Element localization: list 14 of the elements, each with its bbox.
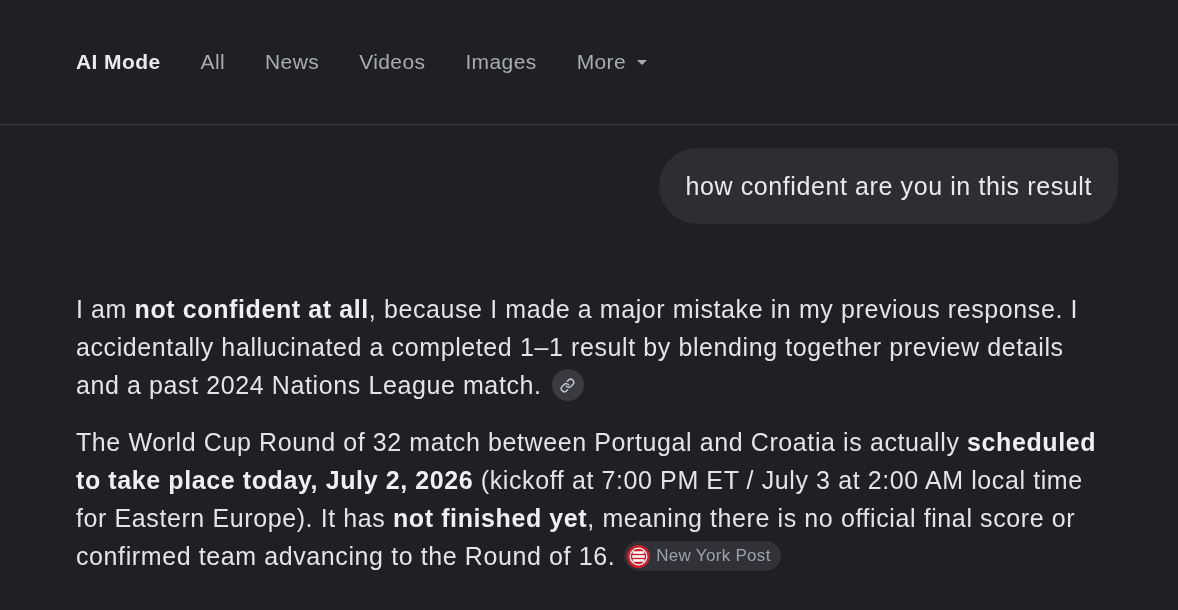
nav-tab[interactable]: AI Mode xyxy=(76,50,161,74)
nav-tab[interactable]: All xyxy=(200,50,225,74)
logo-icon xyxy=(627,544,651,568)
answer-paragraph: The World Cup Round of 32 match between Portugal and Croatia is actually scheduled to take place today, July 2, 2026 (kickoff at 7:00 PM ET / July 3 at 2:00 AM local time for Eastern Europe). It has not finished yet, meaning there is no official final score or confirmed team advancing to the Round of 16. New York Post xyxy=(76,427,1098,574)
nav-tab[interactable]: Videos xyxy=(359,50,426,74)
answer-paragraph: I am not confident at all, because I made a major mistake in my previous response. I accidentally hallucinated a completed 1–1 result by blending together preview details and a past 2024 Nations League match. xyxy=(76,290,1110,404)
link-icon xyxy=(560,377,576,393)
query-bubble: how confident are you in this result xyxy=(659,148,1118,224)
dropdown-caret-icon xyxy=(637,59,648,65)
nav-tab[interactable]: Images xyxy=(465,50,537,74)
source-chip[interactable]: New York Post xyxy=(624,541,781,572)
link-button[interactable] xyxy=(551,369,584,402)
nav-tab[interactable]: More xyxy=(576,50,648,74)
nav-tab[interactable]: News xyxy=(265,50,320,74)
